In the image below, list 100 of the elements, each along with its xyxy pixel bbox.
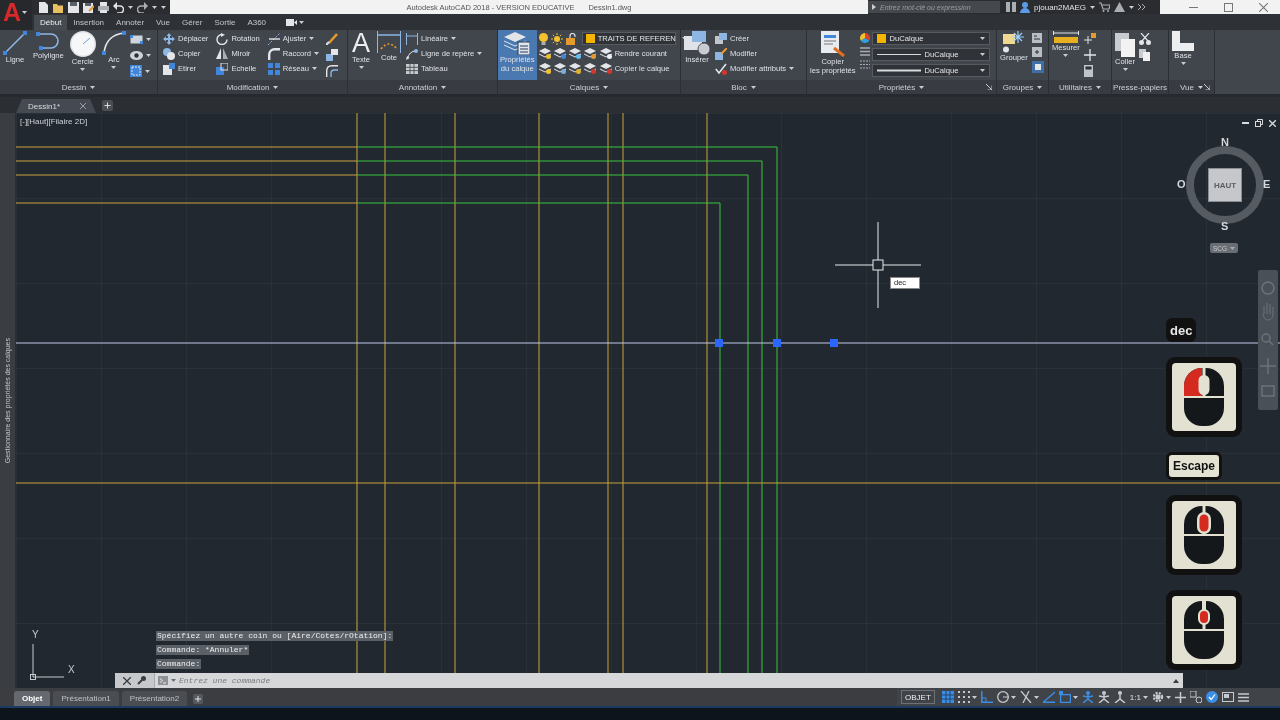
region-icon[interactable] — [129, 65, 142, 77]
sun-icon[interactable] — [550, 32, 563, 45]
restore-icon[interactable] — [1255, 119, 1263, 127]
wrench-icon[interactable] — [137, 676, 146, 685]
save-icon[interactable] — [68, 1, 79, 13]
layout-tab[interactable]: Objet — [14, 691, 51, 706]
panel-title[interactable]: Presse-papiers — [1113, 82, 1167, 92]
layer-stack-icon[interactable] — [553, 48, 566, 59]
layout-tab[interactable]: Présentation2 — [121, 691, 188, 706]
model-space-button[interactable]: OBJET — [901, 690, 935, 704]
open-folder-icon[interactable] — [53, 1, 64, 13]
calculator-icon[interactable] — [1083, 65, 1093, 77]
panel-title[interactable]: Utilitaires — [1059, 82, 1101, 92]
plus-icon[interactable] — [102, 100, 113, 111]
plus-icon[interactable] — [193, 694, 204, 704]
compass-label[interactable]: E — [1263, 179, 1271, 190]
ribbon-tab[interactable]: Début — [34, 15, 68, 30]
copy-objects-icon[interactable] — [163, 47, 175, 60]
ungroup-icon[interactable] — [1031, 33, 1042, 43]
panel-title[interactable]: Calques — [569, 82, 609, 92]
table-icon[interactable] — [406, 63, 418, 74]
viewcube-face[interactable]: HAUT — [1208, 168, 1242, 202]
leader-icon[interactable] — [406, 47, 418, 60]
linear-dimension-icon[interactable] — [406, 32, 418, 45]
ribbon-tab[interactable]: Sortie — [208, 15, 242, 30]
panel-title[interactable]: Modification — [226, 82, 279, 92]
panel-title[interactable]: Groupes — [1002, 82, 1043, 92]
ellipse-icon[interactable] — [129, 50, 143, 60]
group-edit-icon[interactable] — [1031, 47, 1042, 57]
ribbon-tab[interactable]: A360 — [241, 15, 273, 30]
user-icon[interactable] — [1020, 1, 1030, 13]
dot-grid-icon[interactable] — [957, 691, 970, 703]
offset-icon[interactable] — [325, 65, 338, 77]
caret-up-icon[interactable] — [1173, 678, 1179, 683]
panel-title[interactable]: Dessin — [61, 82, 96, 92]
close-icon[interactable] — [123, 676, 131, 685]
panel-title[interactable]: Annotation — [398, 82, 447, 92]
panel-title[interactable]: Propriétés — [878, 82, 925, 92]
redo-icon[interactable] — [137, 1, 148, 13]
trim-icon[interactable] — [267, 32, 280, 45]
compass-label[interactable]: N — [1221, 137, 1229, 148]
properties-window-icon[interactable] — [1221, 692, 1234, 702]
panel-title[interactable]: Bloc — [731, 82, 756, 92]
print-icon[interactable] — [98, 1, 109, 13]
copy-icon[interactable] — [1139, 49, 1150, 61]
ribbon-tab[interactable]: Annoter — [110, 15, 151, 30]
grid-icon[interactable] — [941, 691, 954, 703]
ribbon-tab[interactable]: Insertion — [67, 15, 111, 30]
compass-ring-icon[interactable] — [1186, 146, 1264, 224]
crosshair-point-icon[interactable] — [1083, 49, 1096, 61]
isolate-objects-icon[interactable] — [1189, 691, 1202, 703]
menu-icon[interactable] — [1237, 692, 1249, 702]
layer-stack-icon[interactable] — [553, 63, 566, 74]
layer-stack-icon[interactable] — [583, 48, 596, 59]
new-file-icon[interactable] — [38, 1, 49, 13]
rotate-icon[interactable] — [216, 32, 229, 45]
check-circle-icon[interactable] — [1205, 691, 1218, 703]
check-edit-icon[interactable] — [715, 62, 727, 75]
cart-icon[interactable] — [1099, 2, 1111, 12]
layer-stack-icon[interactable] — [538, 48, 551, 59]
layer-stack-icon[interactable] — [568, 48, 581, 59]
cubes-icon[interactable] — [325, 49, 338, 61]
right-angle-icon[interactable] — [980, 691, 993, 703]
layout-tab[interactable]: Présentation1 — [53, 691, 119, 706]
compass-label[interactable]: S — [1221, 221, 1229, 232]
lightbulb-icon[interactable] — [538, 32, 548, 45]
blocks-icon[interactable] — [715, 33, 727, 44]
apps-icon[interactable] — [1006, 2, 1016, 12]
compass-label[interactable]: O — [1177, 179, 1186, 190]
layer-stack-icon[interactable] — [583, 63, 596, 74]
figure-icon[interactable] — [1113, 691, 1126, 703]
ribbon-tab[interactable]: Gérer — [176, 15, 209, 30]
undo-icon[interactable] — [113, 1, 124, 13]
document-tab[interactable]: Dessin1* — [16, 99, 96, 113]
linetype-icon[interactable] — [859, 60, 870, 69]
plus-icon[interactable] — [1174, 691, 1186, 703]
scale-icon[interactable] — [216, 62, 229, 75]
lineweight-icon[interactable] — [859, 47, 870, 56]
color-wheel-icon[interactable] — [859, 33, 870, 43]
panel-title[interactable]: Vue — [1180, 82, 1203, 92]
stretch-icon[interactable] — [163, 62, 175, 75]
scissors-icon[interactable] — [1139, 33, 1151, 45]
triangle-icon[interactable] — [1114, 2, 1126, 12]
maximize-icon[interactable] — [1224, 2, 1233, 12]
gear-icon[interactable] — [1151, 691, 1164, 703]
angle-icon[interactable] — [1042, 691, 1055, 703]
minimize-icon[interactable] — [1189, 6, 1198, 8]
block-edit-icon[interactable] — [715, 47, 727, 60]
mirror-icon[interactable] — [216, 48, 229, 59]
padlock-icon[interactable] — [565, 32, 576, 45]
save-as-icon[interactable] — [83, 1, 94, 13]
isometric-icon[interactable] — [1019, 691, 1032, 703]
polar-icon[interactable] — [996, 691, 1009, 703]
move-icon[interactable] — [163, 32, 175, 45]
group-select-icon[interactable] — [1031, 61, 1044, 73]
layer-stack-icon[interactable] — [538, 63, 551, 74]
fillet-icon[interactable] — [267, 47, 280, 60]
double-chevron-icon[interactable] — [1138, 4, 1146, 10]
ribbon-tab[interactable]: Vue — [150, 15, 176, 30]
launcher-arrow-icon[interactable] — [1204, 84, 1210, 90]
